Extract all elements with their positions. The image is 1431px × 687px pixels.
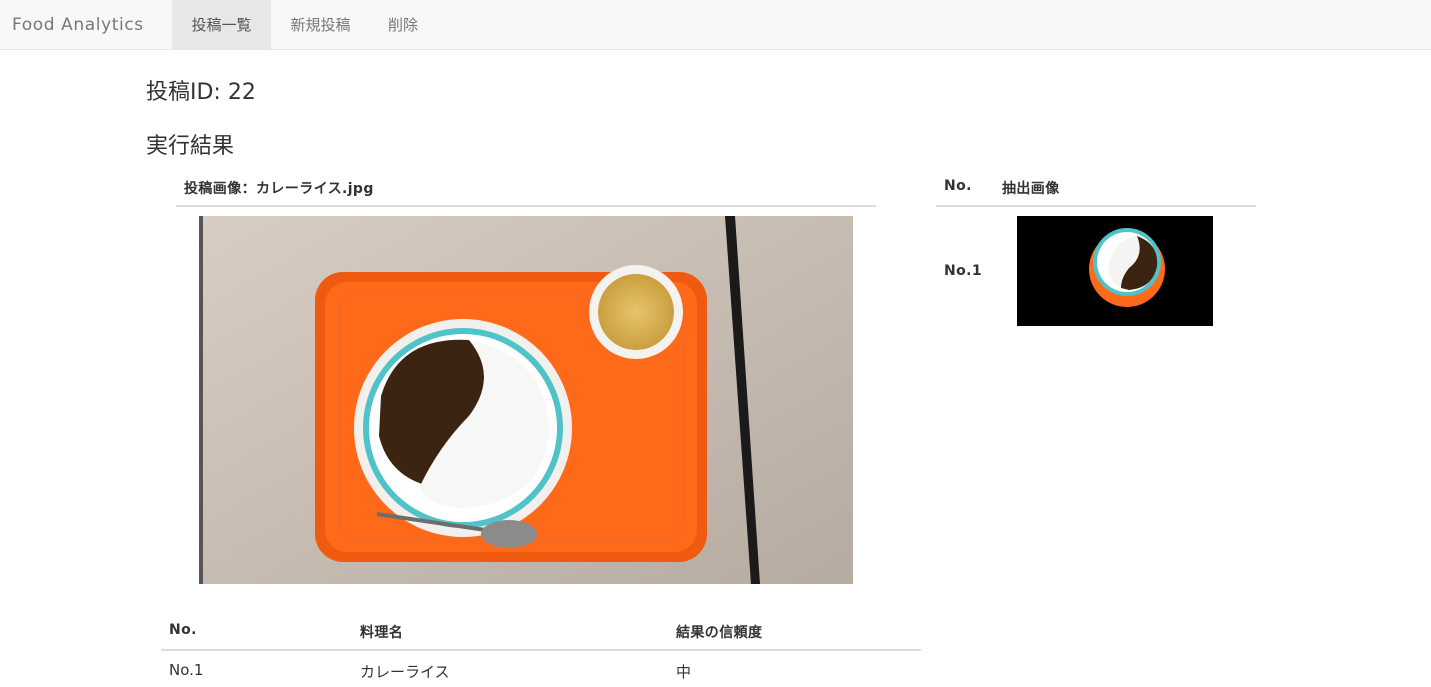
nav-new-post[interactable]: 新規投稿 [271,0,370,50]
extract-header-image: 抽出画像 [1002,181,1060,197]
result-row-dish: カレーライス [360,663,450,681]
nav-post-list[interactable]: 投稿一覧 [172,0,271,50]
result-row-confidence: 中 [676,663,692,681]
divider [936,205,1256,207]
extract-header-no: No. [944,178,972,194]
result-header-confidence: 結果の信頼度 [676,625,763,641]
extracted-food-image [1017,216,1213,326]
post-id-heading: 投稿ID: 22 [146,80,256,105]
top-navbar: Food Analytics 投稿一覧 新規投稿 削除 [0,0,1431,50]
image-caption: 投稿画像：カレーライス.jpg [184,181,374,197]
result-header-no: No. [169,622,197,638]
section-title: 実行結果 [146,134,235,159]
brand-link[interactable]: Food Analytics [12,0,144,50]
nav-delete[interactable]: 削除 [370,0,436,50]
extract-row-no: No.1 [944,263,982,279]
divider [161,649,921,651]
divider [176,205,876,207]
result-row-no: No.1 [169,661,204,679]
posted-food-photo [199,216,853,584]
result-header-dish: 料理名 [360,625,404,641]
